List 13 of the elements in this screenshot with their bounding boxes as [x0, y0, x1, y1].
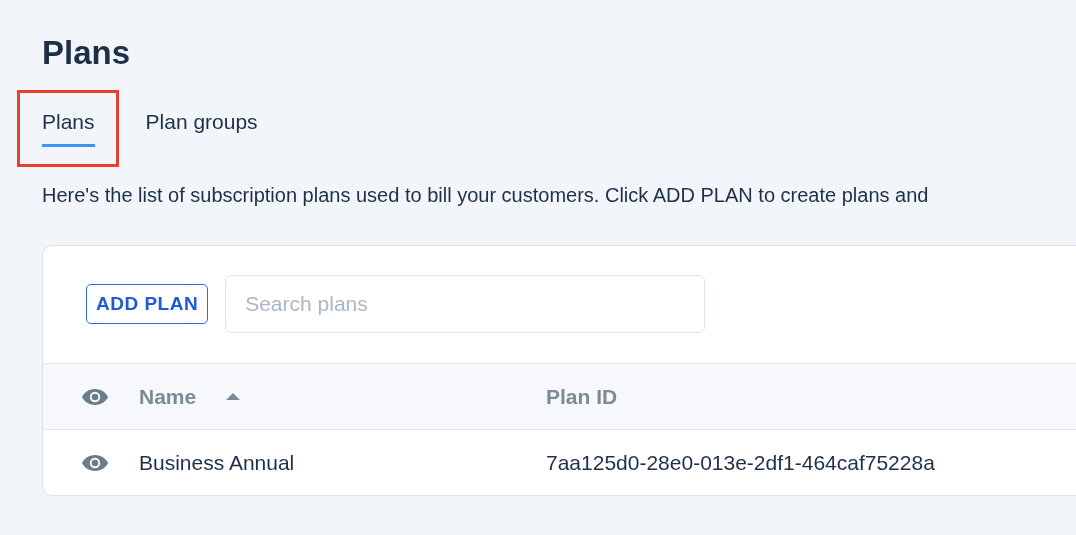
- visibility-header-icon: [81, 387, 109, 406]
- table-cell: 7aa125d0-28e0-013e-2df1-464caf75228a: [546, 450, 935, 475]
- column-header[interactable]: Plan ID: [546, 384, 618, 409]
- search-field[interactable]: Search plans: [225, 275, 706, 333]
- description-text: Here's the list of subscription plans used to bill your customers. Click ADD PLAN to create plans and: [42, 183, 930, 208]
- column-header[interactable]: Name: [139, 384, 197, 409]
- add-plan-button[interactable]: ADD PLAN: [86, 284, 209, 324]
- table-cell: Business Annual: [139, 450, 295, 475]
- page-title: Plans: [42, 33, 132, 73]
- tab[interactable]: Plan groups: [145, 110, 258, 147]
- sort-arrow-icon[interactable]: [226, 393, 241, 400]
- tab[interactable]: Plans: [42, 110, 95, 147]
- visibility-toggle-icon[interactable]: [81, 453, 109, 472]
